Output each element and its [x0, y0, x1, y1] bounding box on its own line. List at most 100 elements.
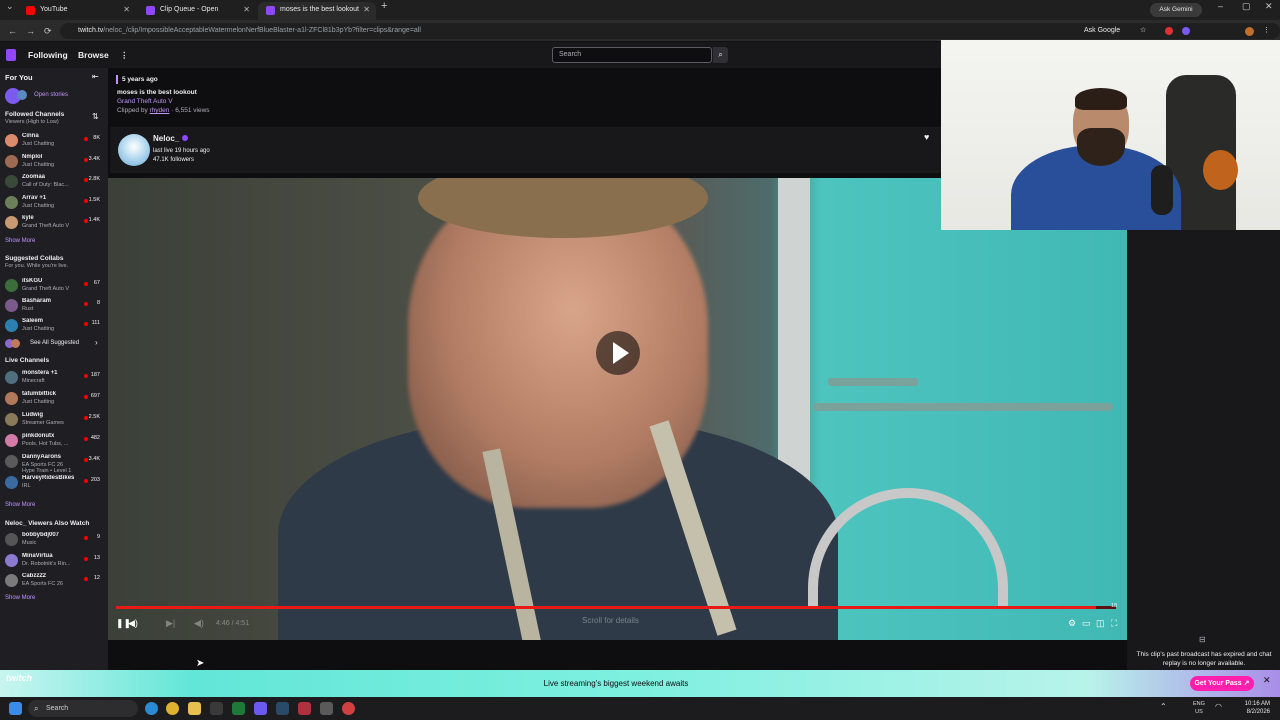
channel-row[interactable]: monstera +1 Minecraft 187 [0, 368, 108, 388]
open-stories-row[interactable]: Open stories [5, 88, 105, 104]
windows-start-icon[interactable] [9, 702, 22, 715]
tab-youtube[interactable]: YouTube ✕ [18, 2, 136, 20]
avatar [5, 216, 18, 229]
reload-icon[interactable]: ⟳ [44, 20, 52, 42]
close-window-icon[interactable]: ✕ [1265, 0, 1273, 17]
show-more-live[interactable]: Show More [5, 502, 35, 508]
see-all-suggested-row[interactable]: See All Suggested › [5, 338, 103, 350]
edge-icon[interactable] [145, 702, 158, 715]
maximize-icon[interactable]: ▢ [1242, 0, 1251, 17]
tab-search-icon[interactable]: ⌄ [6, 0, 14, 17]
clipper-link[interactable]: rhyden [150, 107, 170, 114]
sidebar: For You ⇤ Open stories Followed Channels… [0, 68, 108, 670]
search-input[interactable]: Search [552, 47, 712, 63]
taskbar-clock[interactable]: 10:16 AM 8/2/2026 [1232, 700, 1270, 716]
obs-icon[interactable] [342, 702, 355, 715]
skip-next-icon[interactable]: ▶| [166, 618, 175, 629]
url-field[interactable]: twitch.tv/neloc_/clip/ImpossibleAcceptab… [60, 23, 1280, 39]
windows-taskbar: ⌕ Search ⌃ ENG US ◠ 10:16 AM 8/2/2026 [0, 697, 1280, 720]
discord-icon[interactable] [254, 702, 267, 715]
viewer-count: 3.4K [88, 155, 100, 162]
viewer-count: 187 [90, 372, 100, 378]
show-more-also[interactable]: Show More [5, 595, 35, 601]
search-button[interactable]: ⌕ [713, 47, 728, 63]
collapse-sidebar-icon[interactable]: ⇤ [92, 72, 99, 81]
channel-category: Call of Duty: Blac... [22, 182, 69, 188]
bookmark-star-icon[interactable]: ☆ [1140, 23, 1146, 39]
steam-icon[interactable] [276, 702, 289, 715]
taskbar-search[interactable]: ⌕ Search [28, 700, 138, 717]
get-pass-button[interactable]: Get Your Pass ↗ [1190, 676, 1254, 691]
channel-row[interactable]: Ludwig Streamer Games 2.5K [0, 410, 108, 430]
browse-link[interactable]: Browse [78, 42, 109, 68]
tray-chevron-icon[interactable]: ⌃ [1160, 702, 1167, 711]
forward-icon[interactable]: → [26, 20, 35, 42]
play-button[interactable] [596, 331, 640, 375]
clipped-by-prefix: Clipped by [117, 107, 148, 114]
back-icon[interactable]: ← [8, 20, 17, 42]
streamer-name[interactable]: Neloc_ [153, 134, 179, 143]
heart-follow-icon[interactable]: ♥ [924, 132, 929, 142]
channel-row[interactable]: Basharam Rust 8 [0, 296, 108, 316]
language-indicator[interactable]: ENG US [1193, 700, 1205, 716]
menu-dots-icon[interactable]: ⋮ [1263, 23, 1270, 39]
app-icon[interactable] [210, 702, 223, 715]
minimize-icon[interactable]: – [1218, 0, 1223, 17]
file-explorer-icon[interactable] [188, 702, 201, 715]
profile-avatar[interactable] [1245, 27, 1254, 36]
new-tab-icon[interactable]: + [381, 0, 387, 17]
channel-row[interactable]: Saleem Just Chatting 111 [0, 316, 108, 336]
channel-row[interactable]: tatumbittick Just Chatting 697 [0, 389, 108, 409]
streamer-avatar[interactable] [118, 134, 150, 166]
channel-name: itsKGU [22, 278, 43, 284]
chrome-icon[interactable] [166, 702, 179, 715]
channel-row[interactable]: Cabzz22 EA Sports FC 26 12 [0, 571, 108, 591]
channel-name: Zoomaa [22, 174, 46, 180]
close-icon[interactable]: ✕ [123, 2, 130, 18]
show-more-followed[interactable]: Show More [5, 238, 35, 244]
volume-icon[interactable]: ◀) [128, 618, 138, 629]
channel-row[interactable]: MinaVirtua Dr. Robotnik's Rin... 13 [0, 551, 108, 571]
channel-row[interactable]: itsKGU Grand Theft Auto V 67 [0, 276, 108, 296]
avatar [5, 371, 18, 384]
channel-row[interactable]: HarveyRidesBikes IRL 203 [0, 473, 108, 493]
close-icon[interactable]: ✕ [1263, 675, 1271, 686]
fullscreen-icon[interactable]: ⛶ [1111, 618, 1117, 629]
below-player-area: ➤ [108, 640, 1127, 670]
theatre-mode-icon[interactable]: ▭ [1082, 618, 1091, 629]
channel-row[interactable]: Cinna Just Chatting 8K [0, 131, 108, 151]
channel-name: kyle [22, 215, 34, 221]
hype-train-label: Hype Train • Level 1 [22, 468, 72, 474]
extension-icon[interactable] [1182, 27, 1190, 35]
xbox-icon[interactable] [232, 702, 245, 715]
channel-row[interactable]: pinkdonutx Pools, Hot Tubs, ... 482 [0, 431, 108, 451]
close-icon[interactable]: ✕ [363, 2, 370, 18]
settings-gear-icon[interactable]: ⚙ [1068, 618, 1076, 629]
app-icon[interactable] [320, 702, 333, 715]
gemini-label: Ask Gemini [1159, 6, 1193, 13]
channel-row[interactable]: Arrav +1 Just Chatting 1.5K [0, 193, 108, 213]
volume-icon[interactable]: ◀) [194, 618, 204, 629]
viewer-count: 2.5K [88, 414, 100, 420]
app-icon[interactable] [298, 702, 311, 715]
following-link[interactable]: Following [28, 42, 68, 68]
channel-row[interactable]: kyle Grand Theft Auto V 1.4K [0, 213, 108, 233]
seek-bar[interactable] [116, 606, 1116, 609]
ask-gemini-button[interactable]: Ask Gemini [1150, 3, 1202, 17]
viewer-count: 67 [93, 280, 100, 286]
ask-google-button[interactable]: Ask Google [1084, 23, 1120, 39]
channel-row[interactable]: Nmplol Just Chatting 3.4K [0, 152, 108, 172]
channel-row[interactable]: bobbybdj007 Music 9 [0, 530, 108, 550]
extension-icon[interactable] [1165, 27, 1173, 35]
video-player[interactable]: 18 ❚❚ ◀) ▶| ◀) 4:46 / 4:51 Scroll for de… [108, 178, 1127, 640]
tab-clip-queue[interactable]: Clip Queue - Open ✕ [138, 2, 256, 20]
tab-active-clip[interactable]: moses is the best lookout ✕ [258, 2, 376, 20]
clip-game-link[interactable]: Grand Theft Auto V [117, 98, 173, 105]
more-dots-icon[interactable]: ⋮ [120, 42, 129, 68]
pip-icon[interactable]: ◫ [1096, 618, 1105, 629]
twitch-logo-icon[interactable] [6, 49, 16, 61]
wifi-icon[interactable]: ◠ [1215, 702, 1222, 711]
sort-icon[interactable]: ⇅ [92, 112, 99, 121]
close-icon[interactable]: ✕ [243, 2, 250, 18]
channel-row[interactable]: Zoomaa Call of Duty: Blac... 2.8K [0, 172, 108, 192]
